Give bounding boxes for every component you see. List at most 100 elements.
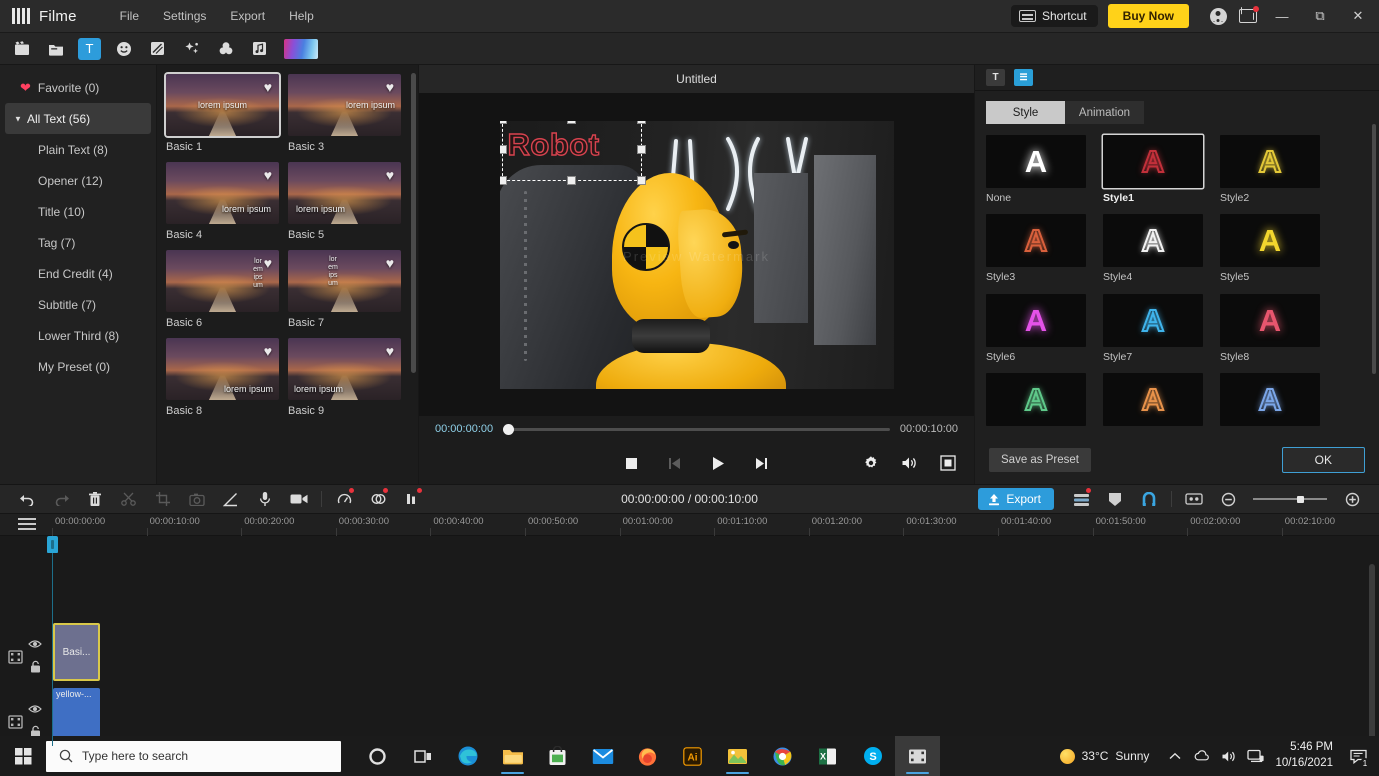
sticker-icon[interactable] [112, 38, 135, 60]
marker-button[interactable] [1098, 484, 1132, 514]
text-align-icon[interactable]: ☰ [1014, 69, 1033, 86]
template-thumbnail[interactable]: lorem ipsum ♥ [166, 338, 279, 400]
eye-icon-2[interactable] [28, 701, 42, 719]
template-scrollbar[interactable] [411, 73, 416, 373]
sidebar-item-opener[interactable]: Opener (12) [0, 165, 156, 196]
style-thumbnail[interactable]: A [1103, 372, 1203, 426]
playhead[interactable] [47, 536, 58, 746]
favorite-heart-icon[interactable]: ♥ [386, 167, 394, 183]
favorite-heart-icon[interactable]: ♥ [264, 343, 272, 359]
text-clip[interactable]: Basi... [53, 623, 100, 681]
filter-icon[interactable] [214, 38, 237, 60]
ok-button[interactable]: OK [1281, 447, 1365, 473]
menu-settings[interactable]: Settings [152, 4, 217, 28]
tab-animation[interactable]: Animation [1065, 101, 1144, 124]
style-thumbnail[interactable]: A [1103, 293, 1203, 347]
template-item[interactable]: lorem ipsum ♥ Basic 7 [288, 250, 401, 329]
style-item[interactable]: A Style7 [1103, 293, 1203, 364]
text-icon[interactable]: T [78, 37, 101, 60]
style-thumbnail[interactable]: A [1220, 293, 1320, 347]
template-item[interactable]: lorem ipsum ♥ Basic 5 [288, 162, 401, 241]
resize-handle-ml[interactable] [499, 144, 507, 154]
template-thumbnail[interactable]: lorem ipsum ♥ [288, 162, 401, 224]
template-item[interactable]: lorem ipsum ♥ Basic 4 [166, 162, 279, 241]
style-thumbnail[interactable]: A [986, 372, 1086, 426]
more-tools-button[interactable] [395, 484, 429, 514]
buy-now-button[interactable]: Buy Now [1107, 4, 1189, 28]
style-item[interactable]: A Style8 [1220, 293, 1320, 364]
sidebar-item-subtitle[interactable]: Subtitle (7) [0, 289, 156, 320]
maximize-button[interactable]: ⧉ [1301, 0, 1339, 33]
playhead-handle[interactable] [47, 536, 58, 553]
template-thumbnail[interactable]: lorem ipsum ♥ [288, 74, 401, 136]
crop-button[interactable] [146, 484, 180, 514]
sidebar-item-end-credit[interactable]: End Credit (4) [0, 258, 156, 289]
resize-handle-tl[interactable] [499, 120, 507, 124]
firefox-icon[interactable] [625, 736, 670, 776]
start-button[interactable] [0, 736, 46, 776]
style-thumbnail[interactable]: A [1220, 372, 1320, 426]
clock-widget[interactable]: 5:46 PM 10/16/2021 [1275, 740, 1333, 771]
menu-file[interactable]: File [109, 4, 150, 28]
favorite-heart-icon[interactable]: ♥ [264, 167, 272, 183]
split-button[interactable] [112, 484, 146, 514]
fullscreen-icon[interactable] [940, 455, 956, 471]
account-button[interactable] [1203, 2, 1233, 30]
sidebar-item-my-preset[interactable]: My Preset (0) [0, 351, 156, 382]
menu-help[interactable]: Help [278, 4, 325, 28]
style-item[interactable]: A None [986, 135, 1086, 205]
excel-icon[interactable]: X [805, 736, 850, 776]
favorite-heart-icon[interactable]: ♥ [386, 343, 394, 359]
zoom-out-button[interactable] [1211, 484, 1245, 514]
template-thumbnail[interactable]: lorem ipsum ♥ [288, 250, 401, 312]
task-view-icon[interactable] [400, 736, 445, 776]
zoom-slider-knob[interactable] [1297, 495, 1305, 503]
tab-style[interactable]: Style [986, 101, 1065, 124]
delete-button[interactable] [78, 484, 112, 514]
style-thumbnail[interactable]: A [1103, 214, 1203, 268]
style-item[interactable]: A Style6 [986, 293, 1086, 364]
undo-button[interactable] [10, 484, 44, 514]
style-item[interactable]: A [1220, 372, 1320, 427]
next-frame-button[interactable] [754, 457, 769, 470]
zoom-in-button[interactable] [1335, 484, 1369, 514]
shortcut-button[interactable]: Shortcut [1010, 5, 1098, 27]
timeline-menu-icon[interactable] [18, 518, 36, 531]
style-item[interactable]: A Style5 [1220, 214, 1320, 284]
prev-frame-button[interactable] [667, 457, 682, 470]
greenscreen-button[interactable] [361, 484, 395, 514]
volume-icon[interactable] [901, 456, 918, 470]
sidebar-item-lower-third[interactable]: Lower Third (8) [0, 320, 156, 351]
audio-icon[interactable] [248, 38, 271, 60]
weather-widget[interactable]: 33°C Sunny [1059, 748, 1149, 764]
timeline-vertical-scrollbar[interactable] [1369, 564, 1375, 746]
template-item[interactable]: lorem ipsum ♥ Basic 8 [166, 338, 279, 417]
illustrator-icon[interactable]: Ai [670, 736, 715, 776]
style-thumbnail[interactable]: A [1103, 135, 1203, 188]
media-icon[interactable] [10, 38, 33, 60]
template-thumbnail[interactable]: lorem ipsum ♥ [288, 338, 401, 400]
messages-button[interactable] [1233, 2, 1263, 30]
chrome-icon[interactable] [760, 736, 805, 776]
show-hidden-icons-button[interactable] [1161, 736, 1188, 776]
style-thumbnail[interactable]: A [986, 214, 1086, 268]
lock-icon[interactable] [30, 660, 41, 678]
resize-handle-br[interactable] [636, 175, 646, 185]
notification-center-button[interactable]: 1 [1343, 736, 1373, 776]
resize-handle-mr[interactable] [636, 144, 646, 154]
favorite-heart-icon[interactable]: ♥ [264, 79, 272, 95]
style-item[interactable]: A Style4 [1103, 214, 1203, 284]
record-screen-button[interactable] [282, 484, 316, 514]
filme-taskbar-icon[interactable] [895, 736, 940, 776]
sidebar-item-plain-text[interactable]: Plain Text (8) [0, 134, 156, 165]
menu-export[interactable]: Export [219, 4, 276, 28]
close-button[interactable]: ✕ [1339, 0, 1377, 33]
gradient-thumbnail[interactable] [284, 38, 318, 59]
search-input[interactable]: Type here to search [46, 740, 341, 772]
redo-button[interactable] [44, 484, 78, 514]
style-item[interactable]: A [1103, 372, 1203, 427]
frames-view-button[interactable] [1177, 484, 1211, 514]
style-item[interactable]: A [986, 372, 1086, 427]
text-properties-icon[interactable]: T [986, 69, 1005, 86]
minimize-button[interactable]: — [1263, 0, 1301, 33]
